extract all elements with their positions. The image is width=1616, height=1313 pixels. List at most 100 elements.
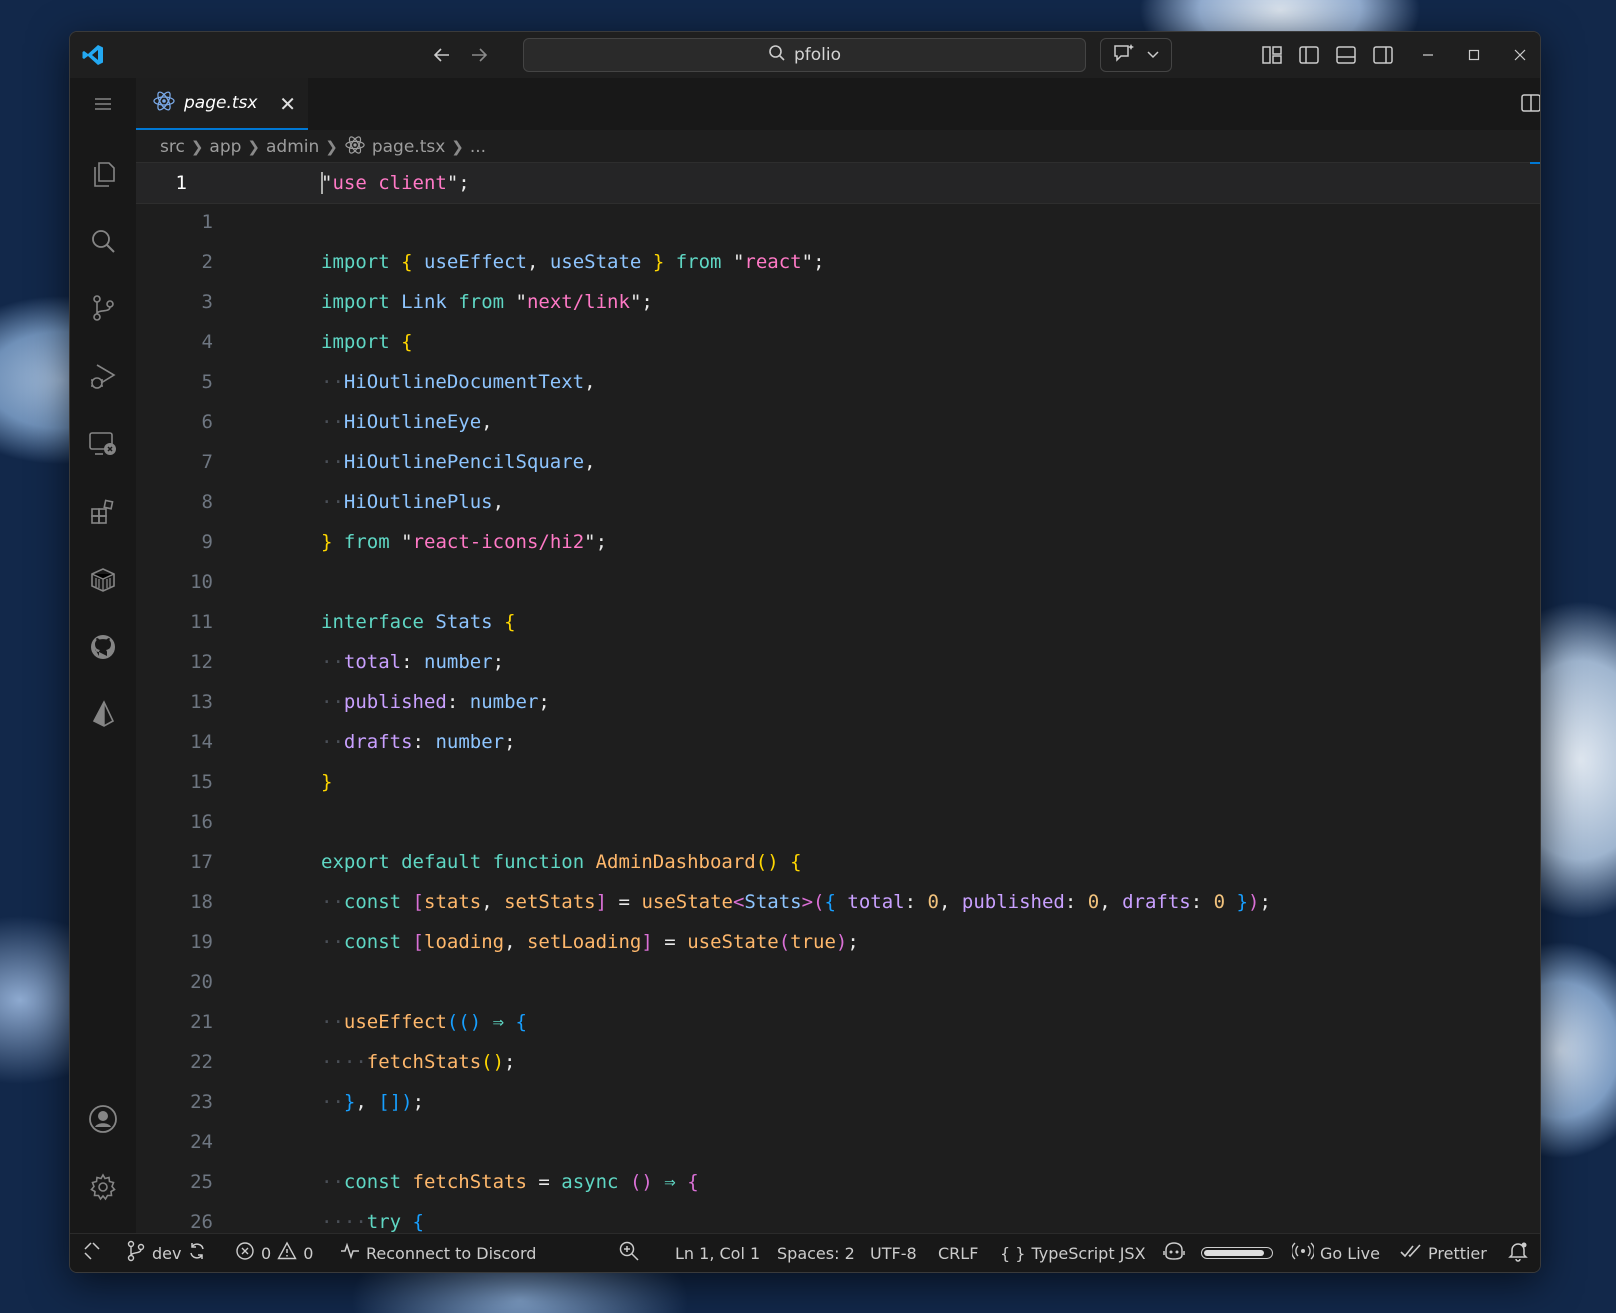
code-line: 1 bbox=[136, 202, 1540, 242]
toggle-primary-sidebar-icon[interactable] bbox=[1296, 42, 1322, 68]
run-debug-icon[interactable] bbox=[87, 360, 119, 392]
line-number: 24 bbox=[190, 1131, 213, 1153]
notifications-bell[interactable] bbox=[1507, 1234, 1529, 1272]
tab-page-tsx[interactable]: page.tsx ✕ bbox=[136, 78, 308, 130]
copilot-status[interactable] bbox=[1162, 1234, 1186, 1272]
customize-layout-icon[interactable] bbox=[1259, 42, 1285, 68]
command-center-search[interactable]: pfolio bbox=[523, 38, 1086, 72]
minimize-icon[interactable] bbox=[1415, 42, 1441, 68]
line-number: 4 bbox=[201, 331, 213, 353]
cursor-position[interactable]: Ln 1, Col 1 bbox=[675, 1234, 760, 1272]
code-text: ····fetchStats(); bbox=[321, 1051, 516, 1073]
line-number: 20 bbox=[190, 971, 213, 993]
toggle-panel-icon[interactable] bbox=[1333, 42, 1359, 68]
code-line: 6 ··HiOutlineEye, bbox=[136, 402, 1540, 442]
indentation[interactable]: Spaces: 2 bbox=[777, 1234, 855, 1272]
code-line: 5 ··HiOutlineDocumentText, bbox=[136, 362, 1540, 402]
code-text: ··}, []); bbox=[321, 1091, 425, 1113]
code-line: 11 interface Stats { bbox=[136, 602, 1540, 642]
code-line: 15} bbox=[136, 762, 1540, 802]
copilot-icon bbox=[1162, 1240, 1186, 1266]
code-text: } from "react-icons/hi2"; bbox=[321, 531, 608, 553]
code-line: 3 import Link from "next/link"; bbox=[136, 282, 1540, 322]
line-number: 1 bbox=[201, 211, 213, 233]
explorer-icon[interactable] bbox=[87, 158, 119, 190]
problems-indicator[interactable]: 0 0 bbox=[235, 1234, 313, 1272]
code-text: ··published: number; bbox=[321, 691, 550, 713]
code-text: interface Stats { bbox=[321, 611, 516, 633]
chevron-right-icon: ❯ bbox=[247, 138, 260, 156]
line-number: 1 bbox=[175, 172, 187, 194]
line-number: 15 bbox=[190, 771, 213, 793]
title-bar: pfolio bbox=[70, 32, 1540, 79]
remote-indicator[interactable] bbox=[82, 1234, 102, 1272]
account-icon[interactable] bbox=[87, 1103, 119, 1135]
line-number: 18 bbox=[190, 891, 213, 913]
code-editor[interactable]: 1 "use client"; 1 2 import { useEffect, u… bbox=[136, 162, 1540, 1234]
code-line: 10 bbox=[136, 562, 1540, 602]
tab-label: page.tsx bbox=[184, 93, 258, 113]
arrow-right-icon[interactable] bbox=[466, 42, 492, 68]
search-icon bbox=[768, 44, 786, 67]
line-number: 8 bbox=[201, 491, 213, 513]
breadcrumb-item[interactable]: page.tsx bbox=[372, 137, 445, 157]
branch-indicator[interactable]: dev bbox=[126, 1234, 207, 1272]
vscode-window: pfolio page.tsx ✕ src ❯ app ❯ admin ❯ pa… bbox=[69, 31, 1541, 1273]
code-line: 22 ····fetchStats(); bbox=[136, 1042, 1540, 1082]
code-line: 7 ··HiOutlinePencilSquare, bbox=[136, 442, 1540, 482]
code-line: 2 import { useEffect, useState } from "re… bbox=[136, 242, 1540, 282]
end-of-line[interactable]: CRLF bbox=[938, 1234, 978, 1272]
bell-icon bbox=[1507, 1240, 1529, 1266]
code-text: import Link from "next/link"; bbox=[321, 291, 653, 313]
prisma-icon[interactable] bbox=[87, 698, 119, 730]
close-tab-icon[interactable]: ✕ bbox=[279, 92, 296, 116]
line-number: 5 bbox=[201, 371, 213, 393]
chevron-right-icon: ❯ bbox=[325, 138, 338, 156]
language-mode[interactable]: { } TypeScript JSX bbox=[1000, 1234, 1146, 1272]
discord-status[interactable]: Reconnect to Discord bbox=[340, 1234, 536, 1272]
containers-icon[interactable] bbox=[87, 564, 119, 596]
remote-explorer-icon[interactable] bbox=[87, 428, 119, 460]
code-line: 20 bbox=[136, 962, 1540, 1002]
prettier-status[interactable]: Prettier bbox=[1400, 1234, 1487, 1272]
code-text: ··HiOutlineEye, bbox=[321, 411, 493, 433]
breadcrumb: src ❯ app ❯ admin ❯ page.tsx ❯ ... bbox=[160, 132, 486, 162]
code-text: ··HiOutlineDocumentText, bbox=[321, 371, 596, 393]
scrollbar-indicator[interactable] bbox=[1530, 162, 1540, 164]
line-number: 22 bbox=[190, 1051, 213, 1073]
status-bar: dev 0 0 Reconnect to Discord Ln 1, Col 1… bbox=[70, 1233, 1540, 1272]
double-check-icon bbox=[1400, 1241, 1422, 1265]
settings-gear-icon[interactable] bbox=[87, 1171, 119, 1203]
maximize-icon[interactable] bbox=[1461, 42, 1487, 68]
code-text: export default function AdminDashboard()… bbox=[321, 851, 802, 873]
close-icon[interactable] bbox=[1507, 42, 1533, 68]
chevron-down-icon bbox=[1146, 46, 1160, 65]
source-control-icon[interactable] bbox=[87, 292, 119, 324]
breadcrumb-item[interactable]: admin bbox=[266, 137, 319, 157]
line-number: 17 bbox=[190, 851, 213, 873]
line-number: 19 bbox=[190, 931, 213, 953]
split-editor-icon[interactable] bbox=[1518, 90, 1540, 116]
code-line: 17 export default function AdminDashboard… bbox=[136, 842, 1540, 882]
pulse-icon bbox=[340, 1241, 360, 1265]
code-text: ··useEffect(() ⇒ { bbox=[321, 1011, 527, 1033]
arrow-left-icon[interactable] bbox=[429, 42, 455, 68]
code-text: import { useEffect, useState } from "rea… bbox=[321, 251, 825, 273]
chat-button[interactable] bbox=[1100, 38, 1172, 72]
menu-icon[interactable] bbox=[87, 88, 119, 120]
go-live-button[interactable]: Go Live bbox=[1290, 1234, 1380, 1272]
warning-icon bbox=[277, 1241, 297, 1265]
code-line: 19 ··const [loading, setLoading] = useSta… bbox=[136, 922, 1540, 962]
breadcrumb-item[interactable]: app bbox=[209, 137, 241, 157]
zoom-button[interactable] bbox=[618, 1234, 640, 1272]
encoding[interactable]: UTF-8 bbox=[870, 1234, 917, 1272]
language-label: TypeScript JSX bbox=[1031, 1243, 1146, 1263]
sync-icon[interactable] bbox=[187, 1241, 207, 1265]
breadcrumb-item[interactable]: ... bbox=[470, 137, 486, 157]
extensions-icon[interactable] bbox=[87, 496, 119, 528]
toggle-secondary-sidebar-icon[interactable] bbox=[1370, 42, 1396, 68]
breadcrumb-item[interactable]: src bbox=[160, 137, 185, 157]
github-icon[interactable] bbox=[87, 631, 119, 663]
search-icon[interactable] bbox=[87, 225, 119, 257]
line-number: 10 bbox=[190, 571, 213, 593]
